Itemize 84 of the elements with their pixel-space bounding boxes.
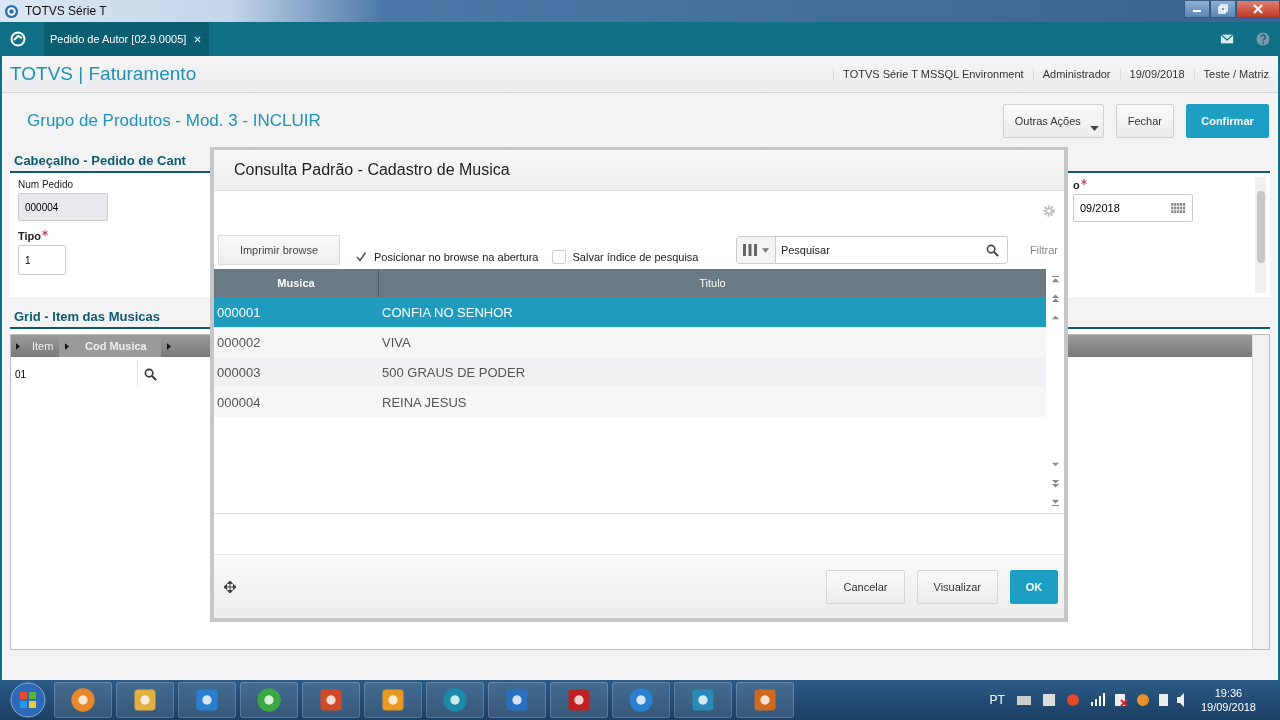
table-row[interactable]: 000002 VIVA	[214, 327, 1046, 357]
checkbox-label[interactable]: Salvar índice de pesquisa	[572, 251, 699, 263]
table-cell-text: 000004	[216, 394, 262, 410]
mail-icon[interactable]	[1220, 33, 1234, 45]
scrollbar[interactable]	[1252, 335, 1269, 649]
action-button[interactable]: Fechar	[1115, 104, 1174, 138]
section-title: Cabeçalho - Pedido de Cant	[14, 153, 186, 170]
app-tab[interactable]: Pedido de Autor [02.9.0005]	[44, 22, 210, 56]
taskbar-app-icon[interactable]	[550, 682, 608, 718]
table-cell-text: VIVA	[381, 334, 412, 350]
close-button[interactable]	[1236, 0, 1280, 18]
language-indicator[interactable]: PT	[989, 693, 1005, 707]
required-icon	[42, 230, 48, 236]
clock-time[interactable]: 19:36	[1214, 687, 1243, 699]
scrollbar[interactable]	[1255, 177, 1266, 293]
clock-date[interactable]: 19/09/2018	[1200, 701, 1256, 713]
search-icon[interactable]	[985, 243, 999, 257]
dialog-button[interactable]: Cancelar	[826, 569, 905, 604]
taskbar-app-icon[interactable]	[54, 682, 112, 718]
calendar-icon[interactable]	[1171, 202, 1186, 214]
checkbox-label[interactable]: Posicionar no browse na abertura	[374, 251, 539, 263]
restore-icon[interactable]	[1218, 4, 1228, 14]
taskbar-app-icon[interactable]	[426, 682, 484, 718]
taskbar-app-icon[interactable]	[488, 682, 546, 718]
minimize-button[interactable]	[1184, 0, 1210, 18]
taskbar-app-icon[interactable]	[736, 682, 794, 718]
table-cell-text: CONFIA NO SENHOR	[381, 304, 514, 320]
date-field[interactable]: 09/2018	[1073, 194, 1193, 222]
restore-button[interactable]	[1210, 0, 1236, 18]
section-title: Grid - Item das Musicas	[14, 309, 160, 326]
dialog-button[interactable]: Visualizar	[916, 569, 998, 604]
header-info: Teste / Matriz	[1193, 68, 1278, 80]
table-row[interactable]: 000004 REINA JESUS	[214, 387, 1046, 417]
columns-icon[interactable]	[742, 244, 757, 256]
header-info: TOTVS Série T MSSQL Environment	[833, 68, 1033, 80]
taskbar-app-icon[interactable]	[302, 682, 360, 718]
field-label: Num Pedido	[18, 179, 74, 190]
required-icon	[1080, 179, 1087, 185]
column-header[interactable]: Titulo	[379, 277, 1046, 289]
expand-arrow-icon[interactable]	[167, 342, 171, 350]
text-field[interactable]: 1	[18, 245, 66, 275]
filter-link[interactable]: Filtrar	[1029, 244, 1058, 256]
dialog-title: Consulta Padrão - Cadastro de Musica	[234, 161, 510, 179]
scroll-down-icon[interactable]	[1050, 460, 1060, 469]
taskbar-app-icon[interactable]	[116, 682, 174, 718]
window-title: TOTVS Série T	[25, 4, 107, 18]
table-row[interactable]: 000003 500 GRAUS DE PODER	[214, 357, 1046, 387]
taskbar-app-icon[interactable]	[240, 682, 298, 718]
checkbox[interactable]	[552, 250, 567, 264]
table-cell-text: 000002	[216, 334, 262, 350]
table-cell-text: 01	[14, 368, 28, 380]
page-up-icon[interactable]	[1050, 294, 1060, 303]
table-cell-text: REINA JESUS	[381, 394, 468, 410]
caret-icon[interactable]	[761, 247, 769, 253]
tray-icons-drawing[interactable]	[1016, 692, 1187, 708]
table-cell-text: 000003	[216, 364, 262, 380]
scroll-first-icon[interactable]	[1050, 275, 1060, 284]
field-label: o	[1073, 179, 1080, 191]
header-info: 19/09/2018	[1119, 68, 1194, 80]
expand-arrow-icon[interactable]	[65, 342, 69, 350]
start-button[interactable]	[10, 682, 46, 718]
taskbar-app-icon[interactable]	[612, 682, 670, 718]
scroll-last-icon[interactable]	[1050, 498, 1060, 507]
totvs-logo-icon[interactable]	[10, 31, 26, 47]
move-icon[interactable]	[224, 580, 236, 593]
more-actions-button[interactable]: Outras Ações	[1002, 104, 1104, 138]
table-cell-text: 000001	[216, 304, 262, 320]
taskbar-app-icon[interactable]	[674, 682, 732, 718]
field-label: Tipo	[18, 230, 41, 242]
taskbar-app-icon[interactable]	[178, 682, 236, 718]
search-icon[interactable]	[144, 367, 157, 381]
table-cell-text: 500 GRAUS DE PODER	[381, 364, 527, 380]
module-title: TOTVS | Faturamento	[10, 63, 197, 85]
header-info: Administrador	[1032, 68, 1120, 80]
print-browse-button[interactable]: Imprimir browse	[218, 235, 340, 265]
app-logo-icon	[4, 3, 19, 19]
expand-arrow-icon[interactable]	[16, 342, 20, 350]
page-down-icon[interactable]	[1050, 479, 1060, 488]
close-icon[interactable]	[194, 35, 202, 43]
scroll-up-icon[interactable]	[1050, 313, 1060, 322]
search-bar[interactable]: Pesquisar	[735, 236, 1008, 264]
taskbar-app-icon[interactable]	[364, 682, 422, 718]
caret-icon[interactable]	[1089, 126, 1099, 131]
page-title: Grupo de Produtos - Mod. 3 - INCLUIR	[27, 111, 321, 131]
